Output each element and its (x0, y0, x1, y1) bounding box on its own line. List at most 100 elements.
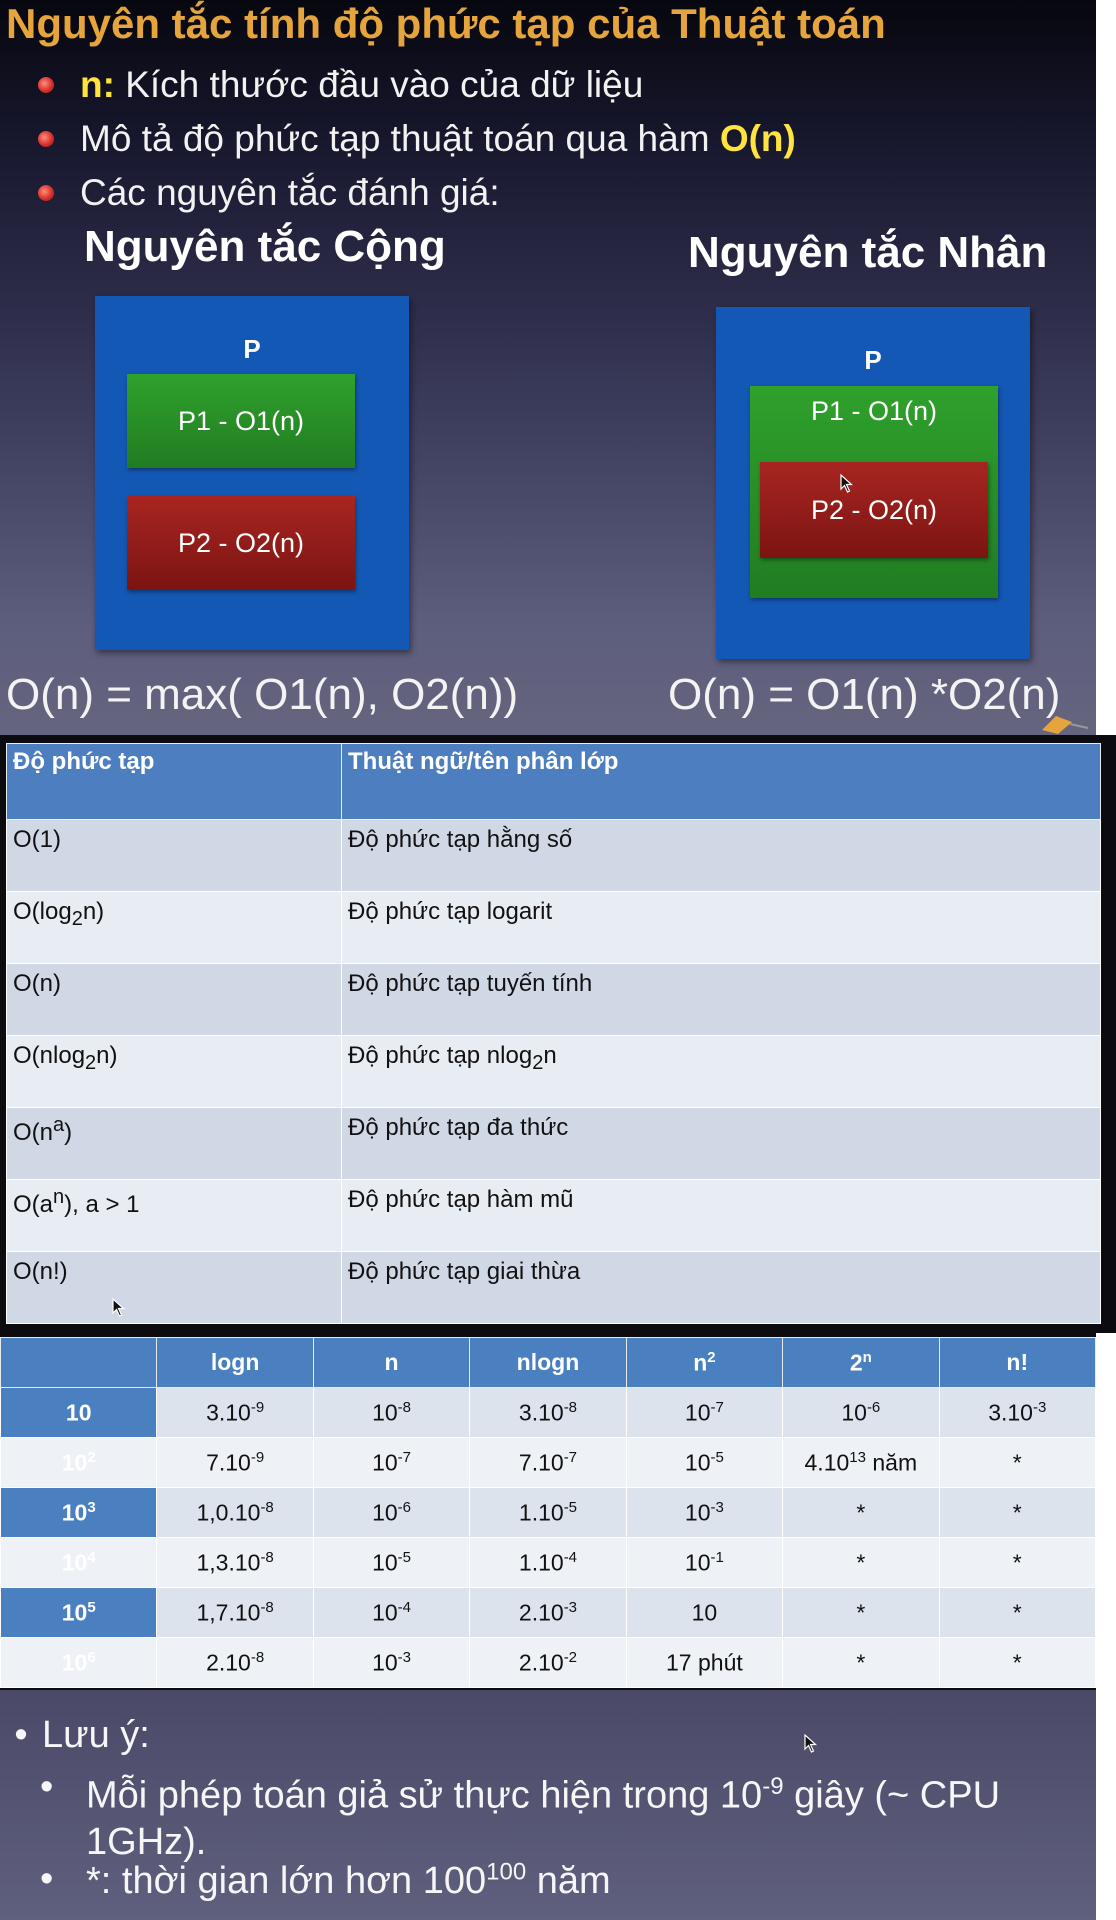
complexity-cell: O(an), a > 1 (6, 1179, 342, 1252)
value-cell: 17 phút (625, 1637, 784, 1688)
complexity-cell: O(na) (6, 1107, 342, 1180)
complexity-cell: O(n!) (6, 1251, 342, 1324)
value-cell: 10-4 (312, 1587, 471, 1638)
table-row: O(nlog2n) Độ phức tạp nlog2n (6, 1035, 1101, 1108)
table-row: O(1) Độ phức tạp hằng số (6, 819, 1101, 892)
bullet-icon: • (40, 1766, 54, 1808)
add-rule-p1-box: P1 - O1(n) (127, 374, 355, 468)
mouse-pointer-icon (840, 474, 854, 493)
table-row: O(an), a > 1 Độ phức tạp hàm mũ (6, 1179, 1101, 1252)
note-item: • *: thời gian lớn hơn 100100 năm (40, 1858, 611, 1902)
column-header: nlogn (469, 1337, 627, 1388)
column-header: logn (156, 1337, 314, 1388)
column-header: n2 (625, 1337, 784, 1388)
value-cell: 4.1013 năm (782, 1437, 940, 1488)
column-header: Thuật ngữ/tên phân lớp (341, 743, 1101, 820)
row-header-cell: 10 (0, 1387, 158, 1438)
row-header-cell: 106 (0, 1637, 158, 1688)
value-cell: * (782, 1637, 940, 1688)
value-cell: 1,7.10-8 (156, 1587, 314, 1638)
value-cell: 3.10-9 (156, 1387, 314, 1438)
value-cell: 2.10-2 (469, 1637, 627, 1688)
bullet-item: Các nguyên tắc đánh giá: (38, 166, 796, 220)
bullet-dot-icon (38, 131, 54, 147)
row-header-cell: 103 (0, 1487, 158, 1538)
value-cell: 1,3.10-8 (156, 1537, 314, 1588)
value-cell: * (938, 1587, 1097, 1638)
bullet-list: n: Kích thước đầu vào của dữ liệu Mô tả … (38, 58, 796, 220)
column-header: 2n (782, 1337, 940, 1388)
classname-cell: Độ phức tạp nlog2n (341, 1035, 1101, 1108)
value-cell: * (938, 1437, 1097, 1488)
column-header: n! (938, 1337, 1097, 1388)
mul-rule-p2-box: P2 - O2(n) (760, 462, 988, 558)
value-cell: 2.10-3 (469, 1587, 627, 1638)
classname-cell: Độ phức tạp tuyến tính (341, 963, 1101, 1036)
complexity-table-panel: Độ phức tạp Thuật ngữ/tên phân lớp O(1) … (0, 735, 1116, 1333)
row-header-cell: 102 (0, 1437, 158, 1488)
table-row: O(n!) Độ phức tạp giai thừa (6, 1251, 1101, 1324)
value-cell: * (938, 1537, 1097, 1588)
bullet-dot-icon (38, 77, 54, 93)
table-header-row: logn n nlogn n2 2n n! (0, 1337, 1097, 1388)
value-cell: 10-3 (625, 1487, 784, 1538)
column-header: Độ phức tạp (6, 743, 342, 820)
value-cell: 7.10-7 (469, 1437, 627, 1488)
bullet-item: Mô tả độ phức tạp thuật toán qua hàm O(n… (38, 112, 796, 166)
table-row: 106 2.10-8 10-3 2.10-2 17 phút * * (0, 1637, 1097, 1688)
value-cell: 10-8 (312, 1387, 471, 1438)
mul-rule-heading: Nguyên tắc Nhân (688, 228, 1048, 277)
value-cell: 10-6 (312, 1487, 471, 1538)
decoration-icon (1042, 716, 1089, 734)
table-row: O(log2n) Độ phức tạp logarit (6, 891, 1101, 964)
note-item: • Mỗi phép toán giả sử thực hiện trong 1… (40, 1766, 1001, 1863)
bullet-text: Kích thước đầu vào của dữ liệu (114, 64, 644, 105)
row-header-cell: 105 (0, 1587, 158, 1638)
complexity-cell: O(log2n) (6, 891, 342, 964)
slide-title: Nguyên tắc tính độ phức tạp của Thuật to… (6, 0, 886, 47)
timing-table-panel: logn n nlogn n2 2n n! 10 3.10-9 10-8 3.10-8… (0, 1333, 1097, 1690)
notes-section: • Lưu ý: • Mỗi phép toán giả sử thực hiện… (0, 1690, 1096, 1920)
table-row: O(na) Độ phức tạp đa thức (6, 1107, 1101, 1180)
bullet-text: Các nguyên tắc đánh giá: (80, 172, 500, 213)
value-cell: 3.10-8 (469, 1387, 627, 1438)
complexity-cell: O(nlog2n) (6, 1035, 342, 1108)
mul-rule-outer-box: P P1 - O1(n) P2 - O2(n) (716, 307, 1030, 659)
table-row: 103 1,0.10-8 10-6 1.10-5 10-3 * * (0, 1487, 1097, 1538)
classname-cell: Độ phức tạp giai thừa (341, 1251, 1101, 1324)
complexity-table: Độ phức tạp Thuật ngữ/tên phân lớp O(1) … (6, 743, 1101, 1324)
value-cell: 1,0.10-8 (156, 1487, 314, 1538)
bullet-text: Mô tả độ phức tạp thuật toán qua hàm (80, 118, 720, 159)
value-cell: * (938, 1637, 1097, 1688)
bullet-highlight: O(n) (719, 118, 796, 159)
add-rule-outer-box: P P1 - O1(n) P2 - O2(n) (95, 296, 409, 650)
bullet-dot-icon (38, 185, 54, 201)
column-header: n (312, 1337, 471, 1388)
complexity-cell: O(n) (6, 963, 342, 1036)
value-cell: 10-5 (625, 1437, 784, 1488)
slide-panel: Nguyên tắc tính độ phức tạp của Thuật to… (0, 0, 1096, 735)
table-row: 102 7.10-9 10-7 7.10-7 10-5 4.1013 năm * (0, 1437, 1097, 1488)
value-cell: * (782, 1587, 940, 1638)
table-header-row: Độ phức tạp Thuật ngữ/tên phân lớp (6, 743, 1101, 820)
notes-heading: • Lưu ý: (0, 1714, 149, 1757)
value-cell: 1.10-4 (469, 1537, 627, 1588)
table-row: 104 1,3.10-8 10-5 1.10-4 10-1 * * (0, 1537, 1097, 1588)
outer-box-label: P (243, 334, 261, 364)
value-cell: * (938, 1487, 1097, 1538)
value-cell: 10-6 (782, 1387, 940, 1438)
value-cell: 3.10-3 (938, 1387, 1097, 1438)
table-row: 10 3.10-9 10-8 3.10-8 10-7 10-6 3.10-3 (0, 1387, 1097, 1438)
mul-rule-p1-box: P1 - O1(n) P2 - O2(n) (750, 386, 998, 598)
classname-cell: Độ phức tạp logarit (341, 891, 1101, 964)
bullet-icon: • (40, 1858, 54, 1900)
add-rule-p2-box: P2 - O2(n) (127, 496, 355, 590)
outer-box-label: P (864, 345, 882, 375)
value-cell: 10-3 (312, 1637, 471, 1688)
classname-cell: Độ phức tạp hằng số (341, 819, 1101, 892)
value-cell: 10 (625, 1587, 784, 1638)
table-row: 105 1,7.10-8 10-4 2.10-3 10 * * (0, 1587, 1097, 1638)
mouse-pointer-icon (112, 1298, 126, 1317)
complexity-cell: O(1) (6, 819, 342, 892)
mouse-pointer-icon (804, 1734, 818, 1753)
